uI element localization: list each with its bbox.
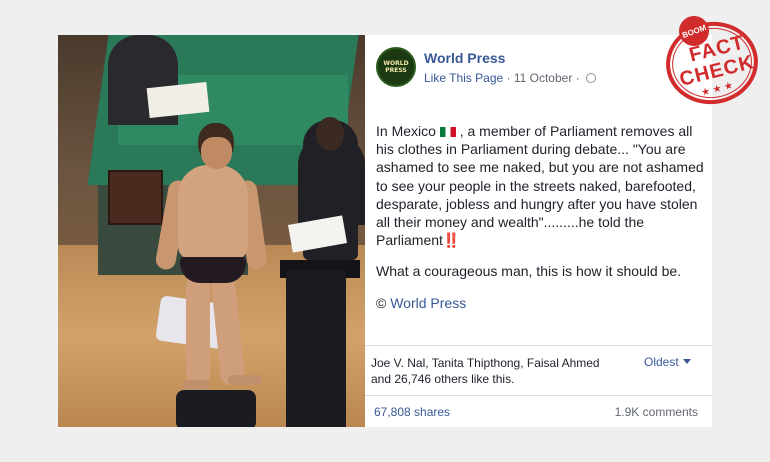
photo-man-torso: [178, 165, 248, 260]
photo-man-foot-left: [182, 380, 210, 390]
photo-chest: [108, 170, 163, 225]
like-page-link[interactable]: Like This Page: [424, 71, 503, 85]
photo-woman-head: [316, 117, 344, 151]
divider: [365, 395, 712, 396]
photo-man-brief: [180, 257, 246, 283]
mexico-flag-icon: [439, 127, 456, 137]
sort-dropdown[interactable]: Oldest: [644, 355, 691, 369]
likes-summary[interactable]: Joe V. Nal, Tanita Thipthong, Faisal Ahm…: [371, 355, 606, 387]
globe-icon: [586, 73, 596, 83]
facebook-post-card: WORLD PRESS World Press Like This Page ·…: [365, 35, 712, 427]
page-name-link[interactable]: World Press: [424, 50, 505, 66]
divider: [365, 345, 712, 346]
photo-man-foot-right: [228, 375, 262, 385]
photo-papers: [146, 81, 210, 119]
post-photo[interactable]: [58, 35, 365, 427]
post-date[interactable]: 11 October: [514, 71, 572, 85]
photo-dark-clothes: [176, 390, 256, 427]
credit-link[interactable]: World Press: [390, 295, 466, 311]
post-credit: © World Press: [376, 294, 467, 311]
photo-man-leg-left: [186, 275, 210, 385]
comments-link[interactable]: 1.9K comments: [615, 405, 698, 419]
post-paragraph-2: What a courageous man, this is how it sh…: [376, 263, 682, 280]
photo-podium: [286, 270, 346, 427]
photo-man-face: [201, 137, 232, 169]
shares-link[interactable]: 67,808 shares: [374, 405, 450, 419]
page-avatar[interactable]: WORLD PRESS: [376, 47, 416, 87]
double-exclamation-icon: ‼️: [442, 232, 461, 249]
post-meta: Like This Page · 11 October ·: [424, 71, 596, 85]
avatar-text: WORLD PRESS: [383, 60, 409, 74]
chevron-down-icon: [682, 359, 691, 364]
meta-separator-2: ·: [572, 71, 583, 85]
meta-separator: ·: [503, 71, 514, 85]
post-paragraph-1: In Mexico , a member of Parliament remov…: [376, 123, 704, 249]
post-body: In Mexico , a member of Parliament remov…: [376, 122, 704, 325]
fact-check-stamp-logo: BOOM FACT CHECK ★ ★ ★: [660, 10, 764, 111]
